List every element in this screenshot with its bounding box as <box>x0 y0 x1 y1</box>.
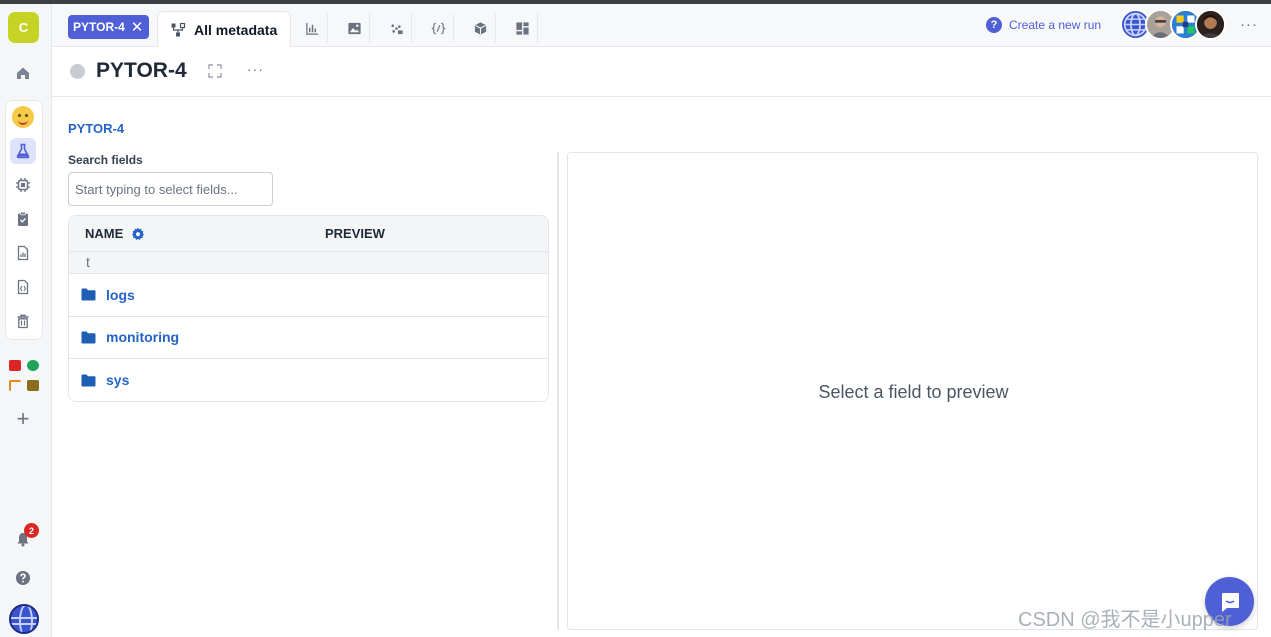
tab-bar: PYTOR-4 ✕ All metadata ? Create a new ru… <box>52 4 1271 48</box>
up-arrow-icon: t <box>86 254 90 270</box>
run-chip[interactable]: PYTOR-4 ✕ <box>68 15 150 39</box>
metadata-tree-icon <box>171 22 186 37</box>
search-label: Search fields <box>68 153 143 167</box>
user-avatar[interactable] <box>9 604 39 634</box>
preview-panel: Select a field to preview <box>567 152 1258 630</box>
dashboard-icon[interactable] <box>508 14 538 42</box>
artifacts-icon[interactable] <box>466 14 496 42</box>
table-header: NAME PREVIEW <box>69 216 548 252</box>
folder-name: sys <box>106 372 130 389</box>
charts-icon[interactable] <box>298 14 328 42</box>
table-row[interactable]: sys <box>69 359 548 401</box>
collaborator-avatars <box>1120 9 1226 41</box>
toolbox-icon[interactable] <box>7 356 23 374</box>
run-header: PYTOR-4 ··· <box>52 47 1271 97</box>
tab-all-metadata[interactable]: All metadata <box>157 11 291 48</box>
notification-badge: 2 <box>24 523 39 538</box>
folder-icon <box>81 331 96 344</box>
breadcrumb[interactable]: PYTOR-4 <box>68 121 124 136</box>
trash-icon[interactable] <box>10 308 36 334</box>
fullscreen-icon[interactable] <box>207 63 223 79</box>
folder-name: monitoring <box>106 329 180 346</box>
panel-resize-handle[interactable] <box>557 152 559 630</box>
create-run-label: Create a new run <box>1009 18 1102 32</box>
clipboard-icon[interactable] <box>10 206 36 232</box>
tree-icon[interactable] <box>7 376 23 394</box>
home-icon[interactable] <box>10 60 36 86</box>
page-title: PYTOR-4 <box>96 59 187 82</box>
create-run-link[interactable]: ? Create a new run <box>986 17 1101 33</box>
help-icon[interactable] <box>10 565 36 591</box>
puzzle-icon[interactable] <box>25 356 41 374</box>
parent-directory-row[interactable]: t <box>69 252 548 274</box>
left-sidebar: C + 2 <box>0 4 52 637</box>
column-name: NAME <box>69 226 309 241</box>
search-input[interactable] <box>68 172 273 206</box>
run-chip-label: PYTOR-4 <box>73 20 125 34</box>
metadata-table: NAME PREVIEW t logs monitoring sys <box>68 215 549 402</box>
add-icon[interactable]: + <box>10 406 36 432</box>
more-options-icon[interactable]: ··· <box>1240 16 1258 33</box>
watermark: CSDN @我不是小upper <box>1018 609 1232 631</box>
folder-name: logs <box>106 286 135 303</box>
table-row[interactable]: monitoring <box>69 317 548 359</box>
chip-icon[interactable] <box>10 172 36 198</box>
column-header: NAME <box>85 226 124 241</box>
preview-empty-message: Select a field to preview <box>818 381 1009 402</box>
folder-icon <box>81 374 96 387</box>
table-row[interactable]: logs <box>69 274 548 317</box>
run-status-icon <box>70 64 85 79</box>
column-header: PREVIEW <box>325 226 385 241</box>
close-icon[interactable]: ✕ <box>131 20 144 35</box>
code-file-icon[interactable] <box>10 274 36 300</box>
images-icon[interactable] <box>340 14 370 42</box>
avatar[interactable] <box>1195 9 1226 40</box>
integrations-grid <box>5 354 43 396</box>
question-icon: ? <box>986 17 1002 33</box>
gear-icon[interactable] <box>131 227 145 241</box>
source-code-icon[interactable] <box>424 14 454 42</box>
report-icon[interactable] <box>10 240 36 266</box>
museum-icon[interactable] <box>25 376 41 394</box>
flask-icon[interactable] <box>10 138 36 164</box>
more-options-icon[interactable]: ··· <box>247 61 264 77</box>
folder-icon <box>81 288 96 301</box>
tab-label: All metadata <box>194 22 278 38</box>
org-badge[interactable]: C <box>8 12 39 43</box>
hugging-face-icon[interactable] <box>10 104 36 130</box>
scatter-icon[interactable] <box>382 14 412 42</box>
